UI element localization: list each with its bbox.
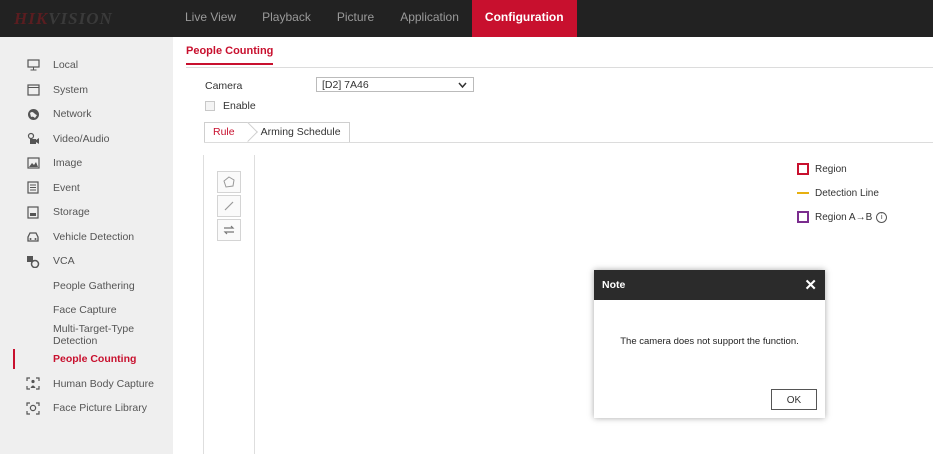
sidebar-item-label: Face Capture: [53, 304, 117, 317]
nav-configuration[interactable]: Configuration: [471, 0, 577, 37]
legend-line-swatch: [797, 192, 809, 194]
tab-arming-schedule[interactable]: Arming Schedule: [248, 122, 350, 143]
main-nav: Live View Playback Picture Application C…: [172, 0, 577, 37]
sidebar-item-label: Human Body Capture: [53, 377, 154, 390]
nav-live-view[interactable]: Live View: [172, 0, 249, 37]
sidebar-item-vca[interactable]: VCA: [0, 249, 173, 274]
sidebar: Local System Network Video/Audio Image E: [0, 37, 173, 454]
face-library-icon: [26, 401, 40, 415]
divider: [204, 142, 933, 143]
legend: Region Detection Line Region A→B i: [797, 162, 888, 234]
legend-region-label: Region: [815, 163, 847, 175]
nav-picture[interactable]: Picture: [324, 0, 387, 37]
note-dialog: Note ✕ The camera does not support the f…: [594, 270, 825, 418]
legend-region-swatch: [797, 163, 809, 175]
info-icon[interactable]: i: [876, 211, 888, 223]
chevron-down-icon: [458, 78, 467, 98]
human-body-icon: [26, 377, 40, 391]
sidebar-item-label: People Gathering: [53, 279, 135, 292]
legend-detection-line-label: Detection Line: [815, 187, 879, 199]
tab-rule[interactable]: Rule: [204, 122, 249, 143]
sidebar-item-label: Local: [53, 59, 79, 72]
sidebar-item-label: Multi-Target-Type Detection: [53, 322, 135, 347]
sidebar-item-label: Event: [53, 181, 80, 194]
monitor-icon: [26, 58, 40, 72]
video-audio-icon: [26, 132, 40, 146]
sidebar-item-label: Network: [53, 108, 92, 121]
sidebar-item-system[interactable]: System: [0, 78, 173, 103]
dialog-title: Note: [602, 279, 626, 291]
image-icon: [26, 156, 40, 170]
sidebar-item-label: System: [53, 83, 89, 96]
subtab-bar: Rule Arming Schedule: [204, 122, 350, 143]
sidebar-item-network[interactable]: Network: [0, 102, 173, 127]
tab-people-counting[interactable]: People Counting: [186, 45, 274, 65]
divider: [186, 67, 933, 68]
enable-checkbox[interactable]: [205, 101, 215, 111]
legend-region: Region: [797, 162, 887, 176]
sidebar-item-storage[interactable]: Storage: [0, 200, 173, 225]
close-icon[interactable]: ✕: [804, 276, 817, 294]
sidebar-item-video-audio[interactable]: Video/Audio: [0, 127, 173, 152]
sidebar-item-vehicle-detection[interactable]: Vehicle Detection: [0, 225, 173, 250]
sidebar-item-image[interactable]: Image: [0, 151, 173, 176]
drawing-toolbar: [203, 155, 255, 454]
sidebar-item-label: People Counting: [53, 353, 137, 366]
sidebar-item-label: Storage: [53, 206, 90, 219]
nav-playback[interactable]: Playback: [249, 0, 324, 37]
globe-icon: [26, 107, 40, 121]
camera-select[interactable]: [D2] 7A46: [316, 77, 474, 92]
sidebar-item-people-gathering[interactable]: People Gathering: [0, 274, 173, 299]
sidebar-item-label: Vehicle Detection: [53, 230, 135, 243]
line-draw-icon[interactable]: [217, 195, 241, 217]
sidebar-item-label: Image: [53, 157, 83, 170]
legend-region-ab-label: Region A→B: [815, 211, 873, 223]
sidebar-item-event[interactable]: Event: [0, 176, 173, 201]
legend-detection-line: Detection Line: [797, 186, 887, 200]
sidebar-item-human-body-capture[interactable]: Human Body Capture: [0, 372, 173, 397]
sidebar-item-face-capture[interactable]: Face Capture: [0, 298, 173, 323]
legend-region-ab: Region A→B i: [797, 210, 888, 224]
direction-swap-icon[interactable]: [217, 219, 241, 241]
sidebar-item-local[interactable]: Local: [0, 53, 173, 78]
hikvision-logo: HIKVISION: [14, 9, 113, 28]
storage-icon: [26, 205, 40, 219]
vca-icon: [26, 254, 40, 268]
legend-region-ab-swatch: [797, 211, 809, 223]
region-draw-icon[interactable]: [217, 171, 241, 193]
sidebar-item-multi-target-type-detection[interactable]: Multi-Target-Type Detection: [0, 323, 173, 348]
top-bar: HIKVISION Live View Playback Picture App…: [0, 0, 933, 37]
event-icon: [26, 181, 40, 195]
nav-application[interactable]: Application: [387, 0, 472, 37]
sidebar-item-label: VCA: [53, 255, 75, 268]
camera-select-value: [D2] 7A46: [322, 79, 369, 91]
enable-row: Enable: [205, 100, 256, 112]
sidebar-item-label: Video/Audio: [53, 132, 110, 145]
enable-label: Enable: [223, 100, 256, 112]
vehicle-icon: [26, 230, 40, 244]
window-icon: [26, 83, 40, 97]
sidebar-item-label: Face Picture Library: [53, 402, 147, 415]
dialog-message: The camera does not support the function…: [620, 336, 799, 347]
sidebar-item-face-picture-library[interactable]: Face Picture Library: [0, 396, 173, 421]
dialog-header: Note ✕: [594, 270, 825, 300]
ok-button[interactable]: OK: [771, 389, 817, 410]
camera-label: Camera: [205, 80, 243, 92]
sidebar-item-people-counting[interactable]: People Counting: [0, 347, 173, 372]
